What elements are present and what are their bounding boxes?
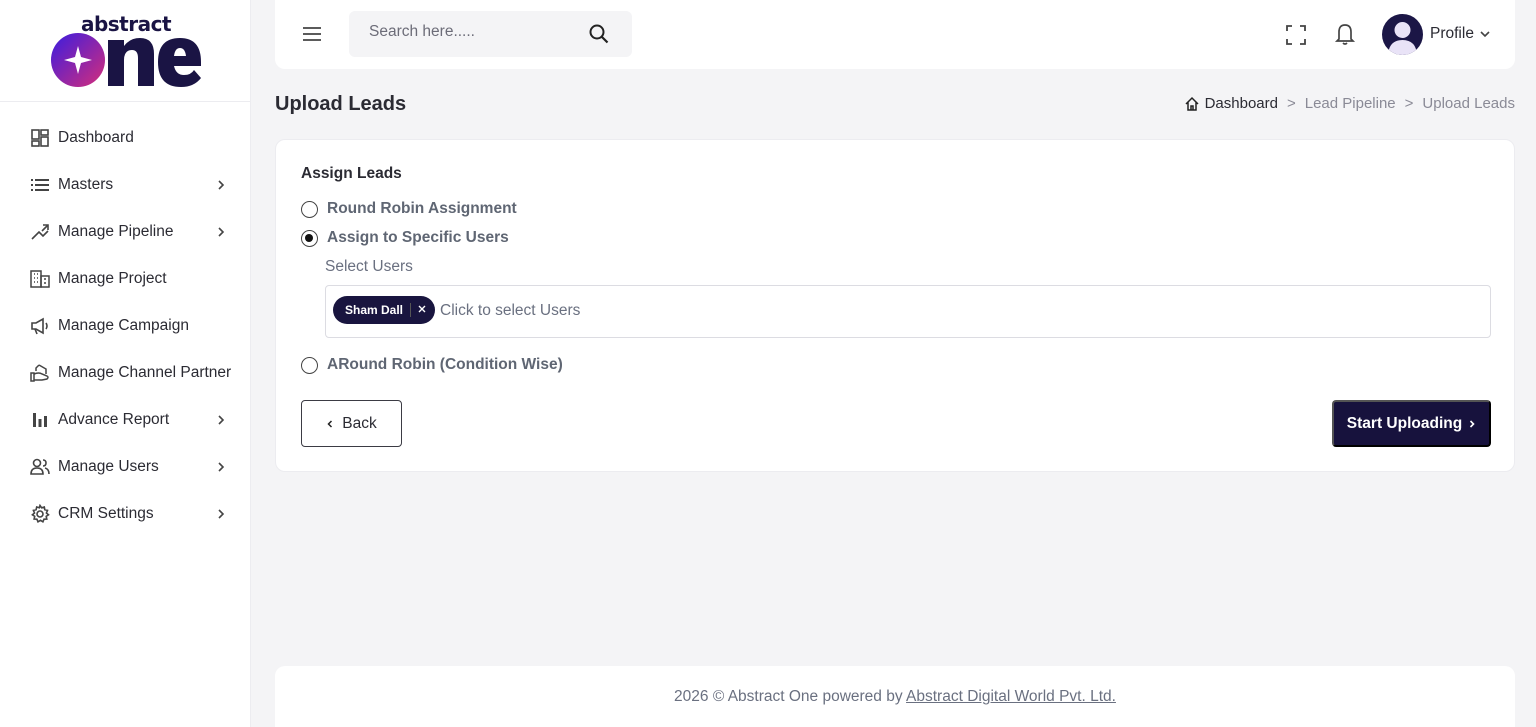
chevron-right-icon (218, 462, 225, 472)
breadcrumb: Dashboard > Lead Pipeline > Upload Leads (1184, 95, 1515, 112)
chevron-right-icon (218, 227, 225, 237)
gear-icon (30, 503, 50, 524)
chevron-down-icon (1480, 31, 1490, 38)
sidebar-item-label: Manage Users (58, 457, 159, 475)
select-users-label: Select Users (325, 258, 413, 275)
radio-button[interactable] (301, 356, 318, 374)
user-chip: Sham Dall (333, 296, 435, 324)
users-icon (30, 457, 50, 477)
back-button[interactable]: Back (301, 400, 402, 447)
footer: 2026 © Abstract One powered by Abstract … (275, 666, 1515, 727)
sidebar-item-manage-channel-partner[interactable]: Manage Channel Partner (0, 349, 250, 396)
list-icon (30, 175, 50, 195)
breadcrumb-home-label: Dashboard (1204, 95, 1278, 112)
breadcrumb-lead-pipeline[interactable]: Lead Pipeline (1305, 95, 1396, 112)
sidebar: abstract Dashboard Masters Manage Pipeli… (0, 0, 251, 727)
radio-button-checked[interactable] (301, 229, 318, 247)
logo-area: abstract (0, 0, 250, 102)
fullscreen-icon[interactable] (1284, 23, 1308, 47)
assign-leads-heading: Assign Leads (301, 165, 402, 182)
brand-logo[interactable]: abstract (50, 12, 202, 88)
sidebar-item-masters[interactable]: Masters (0, 161, 250, 208)
select-users-placeholder: Click to select Users (440, 302, 581, 319)
sidebar-item-label: Dashboard (58, 128, 134, 146)
footer-text: 2026 © Abstract One powered by (674, 688, 903, 705)
sidebar-item-label: Masters (58, 175, 114, 193)
remove-chip-icon[interactable] (416, 302, 428, 316)
sidebar-item-label: Manage Pipeline (58, 222, 174, 240)
profile-label: Profile (1430, 25, 1474, 42)
breadcrumb-home[interactable]: Dashboard (1184, 95, 1278, 112)
handshake-icon (30, 363, 50, 383)
chip-divider (410, 303, 411, 317)
sidebar-item-manage-pipeline[interactable]: Manage Pipeline (0, 208, 250, 255)
user-avatar-icon (1388, 22, 1417, 55)
start-uploading-label: Start Uploading (1346, 414, 1463, 432)
sidebar-item-manage-campaign[interactable]: Manage Campaign (0, 302, 250, 349)
megaphone-icon (30, 316, 50, 336)
footer-company-link[interactable]: Abstract Digital World Pvt. Ltd. (906, 688, 1116, 705)
sidebar-item-label: CRM Settings (58, 504, 154, 522)
logo-one-mark (51, 33, 201, 87)
start-uploading-button[interactable]: Start Uploading (1332, 400, 1491, 447)
profile-menu[interactable]: Profile (1430, 25, 1491, 43)
search-icon[interactable] (587, 22, 611, 46)
home-icon (1185, 96, 1199, 111)
sidebar-item-advance-report[interactable]: Advance Report (0, 396, 250, 443)
building-icon (30, 269, 50, 289)
breadcrumb-separator: > (1286, 95, 1296, 112)
sidebar-item-label: Manage Campaign (58, 316, 189, 334)
radio-round-robin-condition[interactable]: ARound Robin (Condition Wise) (301, 356, 563, 374)
dashboard-grid-icon (30, 128, 50, 148)
pipeline-route-icon (30, 222, 50, 242)
chevron-right-icon (1470, 419, 1475, 428)
radio-assign-specific-users[interactable]: Assign to Specific Users (301, 229, 509, 247)
sidebar-item-dashboard[interactable]: Dashboard (0, 114, 250, 161)
chevron-right-icon (218, 415, 225, 425)
breadcrumb-separator: > (1404, 95, 1414, 112)
radio-label: ARound Robin (Condition Wise) (327, 356, 563, 373)
search-input[interactable] (369, 23, 589, 41)
search-box (349, 11, 632, 57)
sidebar-item-manage-project[interactable]: Manage Project (0, 255, 250, 302)
radio-button[interactable] (301, 200, 318, 218)
bell-icon[interactable] (1333, 21, 1357, 47)
sidebar-item-label: Manage Project (58, 269, 167, 287)
sidebar-item-label: Advance Report (58, 410, 170, 428)
sidebar-nav: Dashboard Masters Manage Pipeline Manage… (0, 102, 250, 537)
breadcrumb-upload-leads: Upload Leads (1422, 95, 1515, 112)
top-bar: Profile (275, 0, 1515, 69)
hamburger-menu-icon[interactable] (300, 23, 324, 45)
radio-label: Assign to Specific Users (327, 229, 509, 246)
back-button-label: Back (342, 414, 377, 432)
sidebar-item-crm-settings[interactable]: CRM Settings (0, 490, 250, 537)
sidebar-item-label: Manage Channel Partner (58, 363, 232, 381)
assign-leads-card: Assign Leads Round Robin Assignment Assi… (275, 139, 1515, 472)
sidebar-item-manage-users[interactable]: Manage Users (0, 443, 250, 490)
select-users-field[interactable]: Sham Dall Click to select Users (325, 285, 1491, 338)
radio-round-robin[interactable]: Round Robin Assignment (301, 200, 517, 218)
chevron-right-icon (218, 180, 225, 190)
page-title: Upload Leads (275, 93, 407, 115)
user-chip-label: Sham Dall (345, 303, 404, 317)
chevron-right-icon (218, 509, 225, 519)
radio-label: Round Robin Assignment (327, 200, 517, 217)
chevron-left-icon (327, 419, 333, 428)
bar-chart-icon (30, 410, 50, 430)
avatar[interactable] (1382, 14, 1423, 55)
